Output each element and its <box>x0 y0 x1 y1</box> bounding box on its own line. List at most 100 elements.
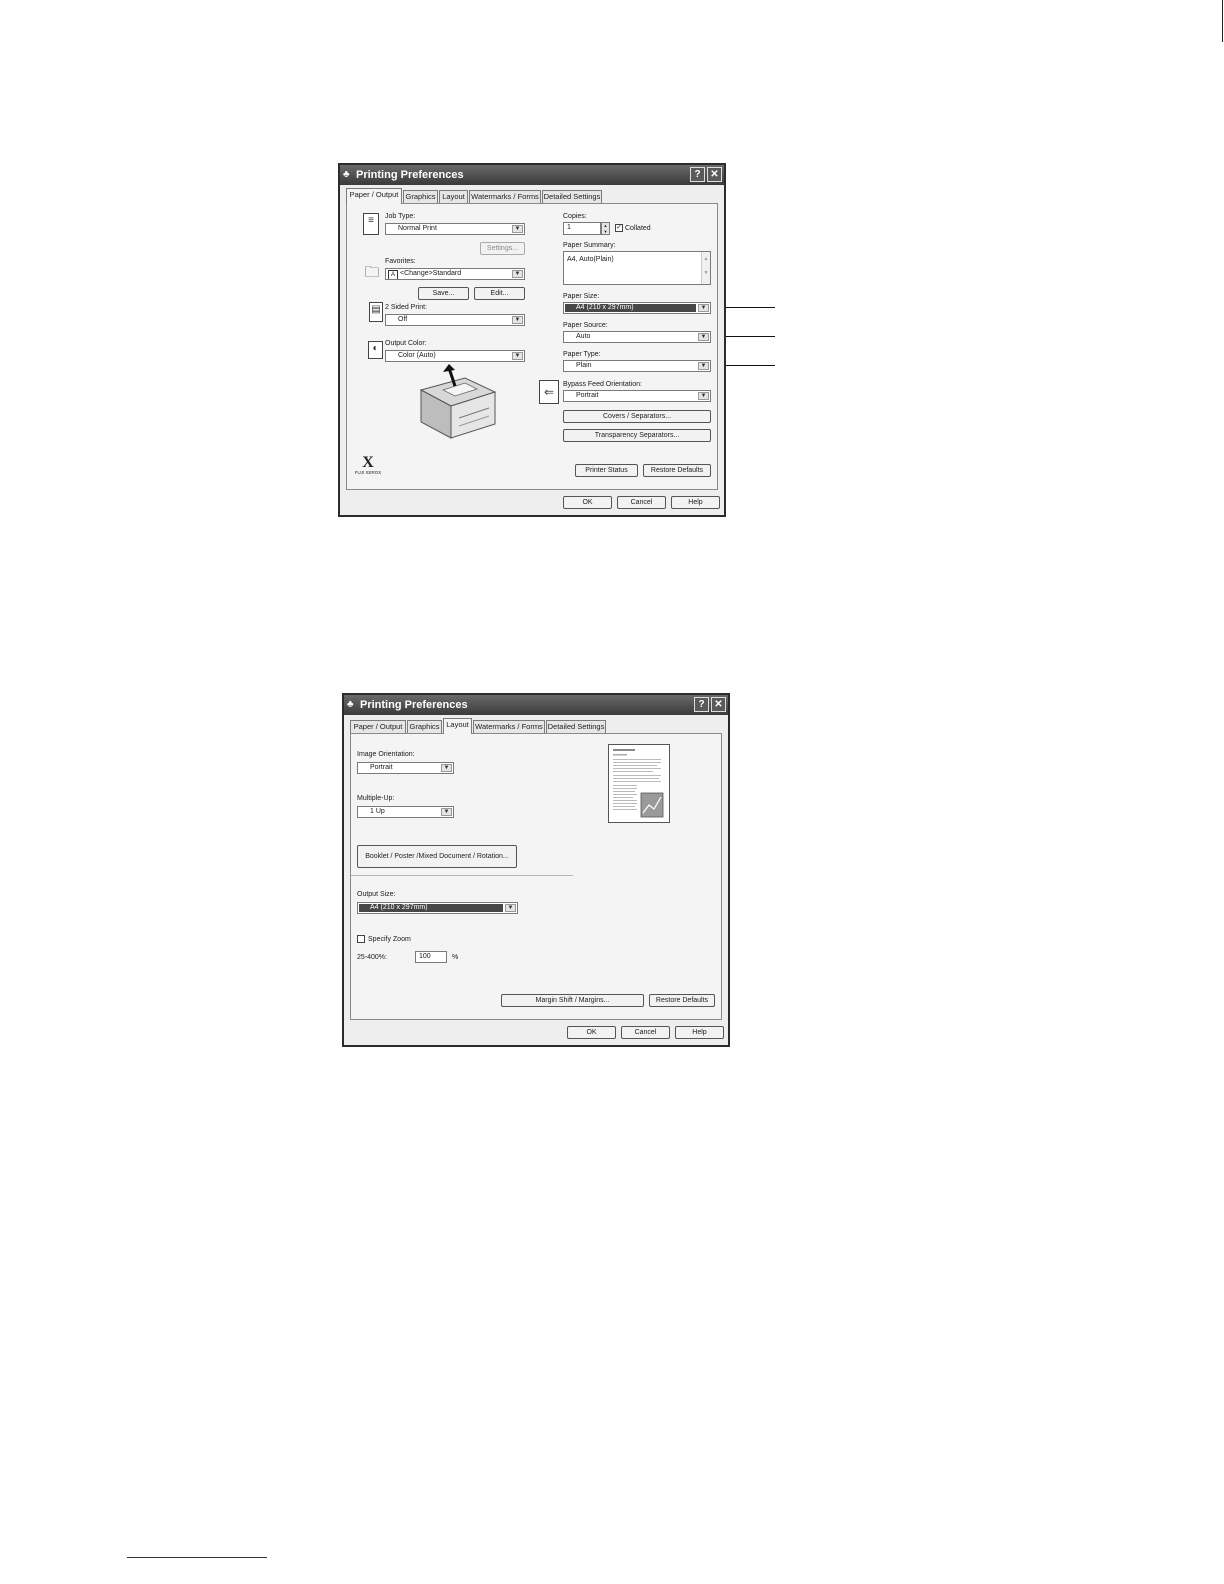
restore-defaults-button[interactable]: Restore Defaults <box>643 464 711 477</box>
page-preview-content-icon <box>613 749 664 818</box>
tab-paper-output[interactable]: Paper / Output <box>346 188 402 204</box>
collated-checkbox[interactable]: ✓ <box>615 224 623 232</box>
multiple-up-value: 1 Up <box>370 808 385 815</box>
chevron-down-icon: ▼ <box>441 764 452 772</box>
page-preview <box>608 744 670 823</box>
tab-paper-output[interactable]: Paper / Output <box>350 720 406 733</box>
copies-input[interactable]: 1 <box>563 222 601 235</box>
chevron-down-icon: ▼ <box>512 352 523 360</box>
close-icon[interactable]: ✕ <box>707 167 722 182</box>
output-size-select[interactable]: A4 (210 x 297mm) ▼ <box>357 902 518 914</box>
two-sided-value: Off <box>398 316 408 323</box>
summary-scrollbar[interactable]: ▲ ▼ <box>701 252 710 284</box>
tab-graphics[interactable]: Graphics <box>407 720 442 733</box>
chevron-down-icon: ▼ <box>698 362 709 370</box>
ok-button[interactable]: OK <box>563 496 612 509</box>
printer-illustration-icon <box>419 364 497 439</box>
output-color-value: Color (Auto) <box>398 352 436 359</box>
paper-size-select[interactable]: A4 (210 x 297mm) ▼ <box>563 302 711 314</box>
chevron-down-icon: ▼ <box>698 392 709 400</box>
paper-size-label: Paper Size: <box>563 293 600 300</box>
fuji-xerox-logo: X FUJI XEROX <box>353 455 383 476</box>
printing-preferences-dialog-paper-output: ♣ Printing Preferences ? ✕ Paper / Outpu… <box>338 163 726 517</box>
save-button[interactable]: Save... <box>418 287 469 300</box>
transparency-separators-button[interactable]: Transparency Separators... <box>563 429 711 442</box>
settings-button[interactable]: Settings... <box>480 242 525 255</box>
bypass-feed-icon: ⇐ <box>539 380 559 404</box>
tab-detailed-settings[interactable]: Detailed Settings <box>546 720 606 733</box>
close-icon[interactable]: ✕ <box>711 697 726 712</box>
paper-summary-value: A4, Auto(Plain) <box>567 256 614 263</box>
copies-label: Copies: <box>563 213 587 220</box>
cancel-button[interactable]: Cancel <box>621 1026 670 1039</box>
paper-size-value: A4 (210 x 297mm) <box>565 304 696 312</box>
favorites-a-icon: A <box>388 270 398 279</box>
bypass-feed-select[interactable]: Portrait ▼ <box>563 390 711 402</box>
image-orientation-label: Image Orientation: <box>357 751 415 758</box>
printer-icon: ♣ <box>347 699 354 710</box>
paper-type-value: Plain <box>576 362 592 369</box>
dialog-title: Printing Preferences <box>356 169 464 181</box>
paper-source-select[interactable]: Auto ▼ <box>563 331 711 343</box>
specify-zoom-checkbox[interactable] <box>357 935 365 943</box>
job-type-select[interactable]: Normal Print ▼ <box>385 223 525 235</box>
tab-graphics[interactable]: Graphics <box>403 190 438 203</box>
favorites-select[interactable]: A <Change>Standard ▼ <box>385 268 525 280</box>
paper-type-select[interactable]: Plain ▼ <box>563 360 711 372</box>
two-sided-select[interactable]: Off ▼ <box>385 314 525 326</box>
tab-watermarks-forms[interactable]: Watermarks / Forms <box>469 190 541 203</box>
job-type-icon: ≡ <box>363 213 379 235</box>
help-button[interactable]: Help <box>675 1026 724 1039</box>
favorites-label: Favorites: <box>385 258 416 265</box>
margin-shift-button[interactable]: Margin Shift / Margins... <box>501 994 644 1007</box>
collated-label: Collated <box>625 225 651 232</box>
paper-summary-box: A4, Auto(Plain) ▲ ▼ <box>563 251 711 285</box>
image-orientation-select[interactable]: Portrait ▼ <box>357 762 454 774</box>
multiple-up-label: Multiple-Up: <box>357 795 395 802</box>
paper-type-label: Paper Type: <box>563 351 601 358</box>
two-sided-icon: ▤ <box>369 302 383 322</box>
zoom-input[interactable]: 100 <box>415 951 447 963</box>
paper-source-label: Paper Source: <box>563 322 608 329</box>
booklet-poster-button[interactable]: Booklet / Poster /Mixed Document / Rotat… <box>357 845 517 868</box>
cancel-button[interactable]: Cancel <box>617 496 666 509</box>
specify-zoom-label: Specify Zoom <box>368 936 411 943</box>
title-bar: ♣ Printing Preferences ? ✕ <box>344 695 728 715</box>
help-button[interactable]: Help <box>671 496 720 509</box>
section-divider <box>351 875 573 876</box>
printer-status-button[interactable]: Printer Status <box>575 464 638 477</box>
job-type-value: Normal Print <box>398 225 437 232</box>
tab-panel: Image Orientation: Portrait ▼ Multiple-U… <box>350 733 722 1020</box>
output-color-label: Output Color: <box>385 340 427 347</box>
edit-button[interactable]: Edit... <box>474 287 525 300</box>
logo-text: FUJI XEROX <box>354 470 382 475</box>
bypass-feed-value: Portrait <box>576 392 599 399</box>
covers-separators-button[interactable]: Covers / Separators... <box>563 410 711 423</box>
job-type-label: Job Type: <box>385 213 416 220</box>
help-icon[interactable]: ? <box>694 697 709 712</box>
output-color-select[interactable]: Color (Auto) ▼ <box>385 350 525 362</box>
output-size-value: A4 (210 x 297mm) <box>359 904 503 912</box>
chevron-down-icon: ▼ <box>698 304 709 312</box>
output-size-label: Output Size: <box>357 891 396 898</box>
printing-preferences-dialog-layout: ♣ Printing Preferences ? ✕ Paper / Outpu… <box>342 693 730 1047</box>
page-edge-rule <box>1222 0 1223 42</box>
tab-layout[interactable]: Layout <box>443 718 472 734</box>
multiple-up-select[interactable]: 1 Up ▼ <box>357 806 454 818</box>
paper-summary-label: Paper Summary: <box>563 242 616 249</box>
ok-button[interactable]: OK <box>567 1026 616 1039</box>
restore-defaults-button[interactable]: Restore Defaults <box>649 994 715 1007</box>
help-icon[interactable]: ? <box>690 167 705 182</box>
tab-watermarks-forms[interactable]: Watermarks / Forms <box>473 720 545 733</box>
tab-detailed-settings[interactable]: Detailed Settings <box>542 190 602 203</box>
bypass-feed-label: Bypass Feed Orientation: <box>563 381 642 388</box>
tab-strip: Paper / Output Graphics Layout Watermark… <box>346 188 646 204</box>
copies-stepper[interactable]: ▲ ▼ <box>601 222 610 235</box>
chevron-down-icon: ▼ <box>505 904 516 912</box>
tab-layout[interactable]: Layout <box>439 190 468 203</box>
title-bar: ♣ Printing Preferences ? ✕ <box>340 165 724 185</box>
zoom-unit: % <box>452 954 459 961</box>
xerox-mark-icon: X <box>362 454 374 471</box>
favorites-value: <Change>Standard <box>400 270 462 277</box>
chevron-down-icon: ▼ <box>512 316 523 324</box>
